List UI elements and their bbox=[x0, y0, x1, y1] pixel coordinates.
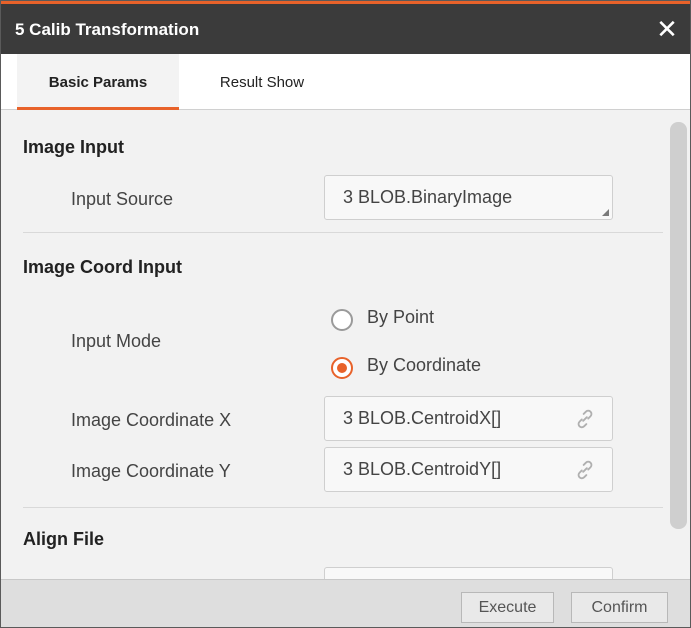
confirm-button[interactable]: Confirm bbox=[571, 592, 668, 623]
section-divider bbox=[23, 232, 663, 233]
align-file-field[interactable] bbox=[324, 567, 613, 579]
resize-grip-icon bbox=[602, 209, 609, 216]
radio-by-coordinate-label: By Coordinate bbox=[367, 355, 482, 375]
tab-result-show[interactable]: Result Show bbox=[197, 54, 327, 110]
close-icon[interactable]: ✕ bbox=[650, 12, 684, 46]
section-image-coord-input-title: Image Coord Input bbox=[23, 257, 182, 277]
image-coordinate-x-field[interactable]: 3 BLOB.CentroidX[] bbox=[324, 396, 613, 441]
basic-params-panel: Image Input Input Source 3 BLOB.BinaryIm… bbox=[1, 111, 690, 579]
radio-unchecked-icon bbox=[331, 309, 353, 331]
execute-button[interactable]: Execute bbox=[461, 592, 554, 623]
section-divider bbox=[23, 507, 663, 508]
radio-by-point[interactable]: By Point bbox=[331, 307, 521, 337]
tab-basic-params[interactable]: Basic Params bbox=[17, 54, 179, 110]
dialog-title: 5 Calib Transformation bbox=[15, 20, 200, 39]
image-coordinate-x-label: Image Coordinate X bbox=[71, 410, 232, 430]
radio-by-point-label: By Point bbox=[367, 307, 435, 327]
input-source-select[interactable]: 3 BLOB.BinaryImage bbox=[324, 175, 613, 220]
input-source-label: Input Source bbox=[71, 189, 174, 209]
input-source-value: 3 BLOB.BinaryImage bbox=[343, 187, 513, 207]
input-mode-label: Input Mode bbox=[71, 331, 162, 351]
link-icon[interactable] bbox=[574, 408, 596, 430]
calib-transformation-dialog: 5 Calib Transformation ✕ Basic Params Re… bbox=[0, 0, 691, 628]
title-bar: 5 Calib Transformation ✕ bbox=[1, 4, 690, 54]
radio-checked-icon bbox=[331, 357, 353, 379]
dialog-footer: Execute Confirm bbox=[1, 579, 690, 627]
image-coordinate-y-label: Image Coordinate Y bbox=[71, 461, 231, 481]
vertical-scrollbar[interactable] bbox=[670, 122, 687, 529]
link-icon[interactable] bbox=[574, 459, 596, 481]
radio-by-coordinate[interactable]: By Coordinate bbox=[331, 355, 521, 385]
image-coordinate-y-field[interactable]: 3 BLOB.CentroidY[] bbox=[324, 447, 613, 492]
image-coordinate-x-value: 3 BLOB.CentroidX[] bbox=[343, 408, 502, 428]
section-image-input-title: Image Input bbox=[23, 137, 125, 157]
tab-bar: Basic Params Result Show bbox=[1, 54, 690, 110]
section-align-file-title: Align File bbox=[23, 529, 104, 549]
image-coordinate-y-value: 3 BLOB.CentroidY[] bbox=[343, 459, 502, 479]
